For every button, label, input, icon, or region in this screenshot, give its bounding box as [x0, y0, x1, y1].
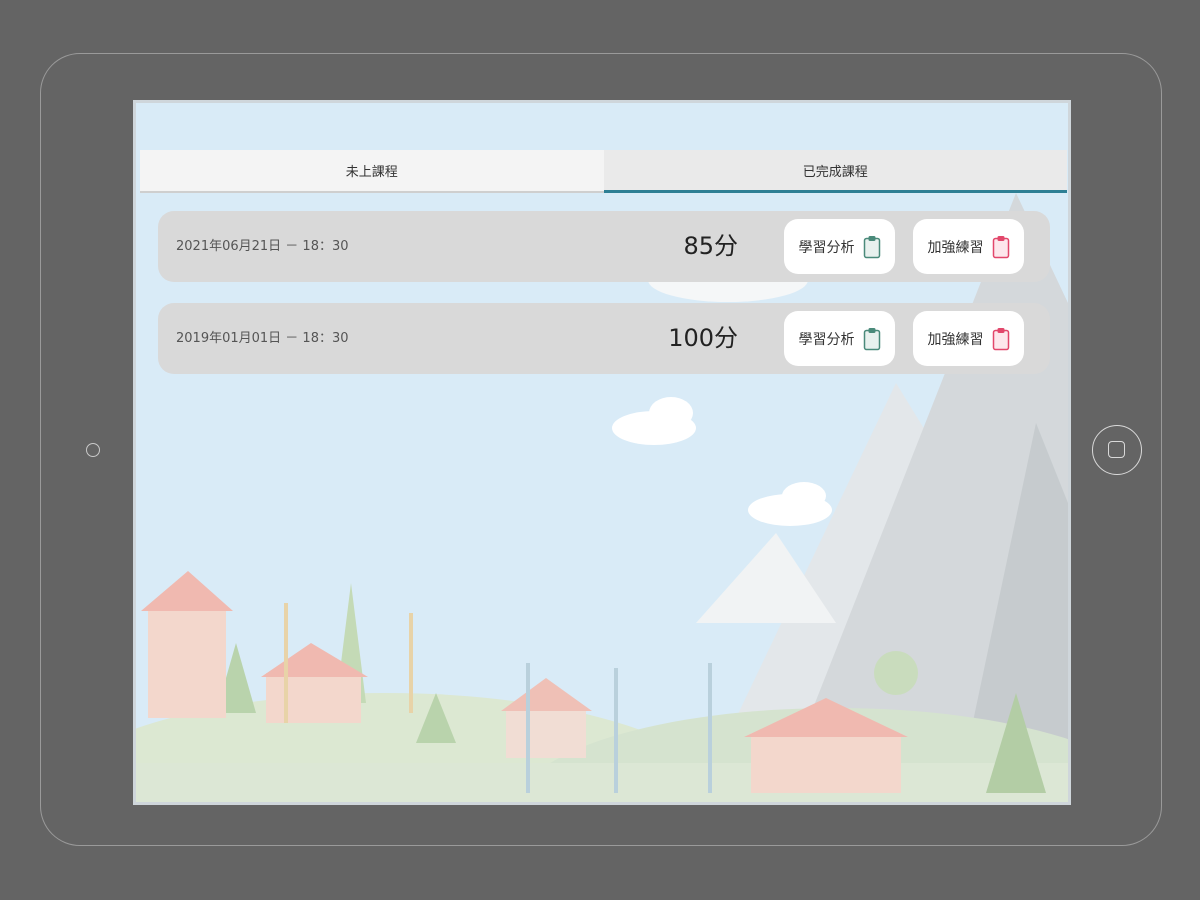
extra-practice-label: 加強練習	[927, 239, 984, 256]
clipboard-icon	[863, 235, 880, 258]
course-tabs: 未上課程 已完成課程	[140, 150, 1067, 193]
background-scenery	[136, 193, 1068, 802]
camera-dot	[86, 443, 100, 457]
learning-analysis-button[interactable]: 學習分析	[784, 311, 895, 366]
learning-analysis-label: 學習分析	[798, 331, 855, 348]
clipboard-icon	[863, 327, 880, 350]
tab-completed-courses[interactable]: 已完成課程	[603, 150, 1067, 193]
clipboard-icon	[992, 235, 1009, 258]
clipboard-icon	[992, 327, 1009, 350]
session-score: 85分	[683, 232, 738, 260]
extra-practice-button[interactable]: 加強練習	[913, 219, 1024, 274]
extra-practice-label: 加強練習	[927, 331, 984, 348]
session-row: 2019年01月01日 － 18：30 100分 學習分析 加強練習	[158, 303, 1050, 374]
session-datetime: 2019年01月01日 － 18：30	[176, 331, 349, 346]
session-row: 2021年06月21日 － 18：30 85分 學習分析 加強練習	[158, 211, 1050, 282]
home-button[interactable]	[1092, 425, 1142, 475]
learning-analysis-button[interactable]: 學習分析	[784, 219, 895, 274]
tab-upcoming-courses[interactable]: 未上課程	[140, 150, 604, 193]
learning-analysis-label: 學習分析	[798, 239, 855, 256]
tab-completed-label: 已完成課程	[802, 164, 868, 180]
extra-practice-button[interactable]: 加強練習	[913, 311, 1024, 366]
tab-upcoming-label: 未上課程	[345, 165, 398, 180]
session-datetime: 2021年06月21日 － 18：30	[176, 239, 349, 254]
app-screen: 未上課程 已完成課程 2021年06月21日 － 18：30 85分 學習分析 …	[133, 100, 1071, 805]
session-score: 100分	[668, 324, 738, 352]
